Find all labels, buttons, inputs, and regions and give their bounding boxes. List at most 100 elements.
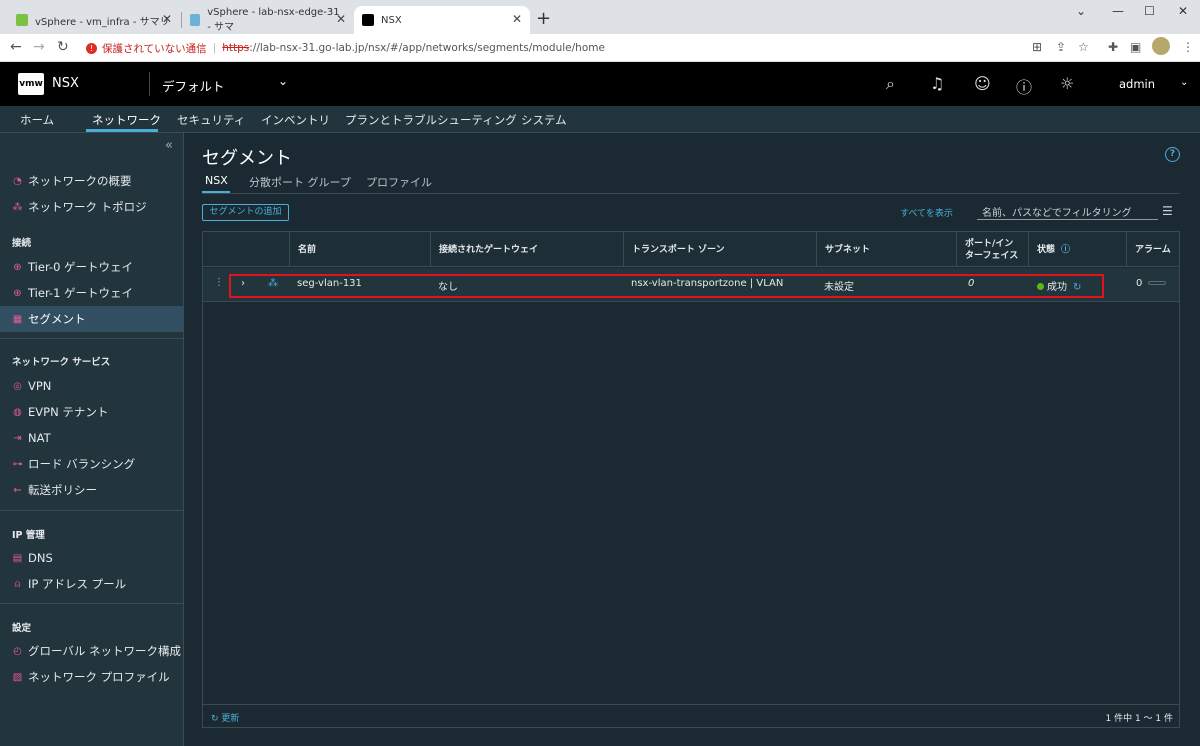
sidebar-item-tier0[interactable]: ⊕ Tier-0 ゲートウェイ	[0, 254, 184, 280]
insecure-label: 保護されていない通信	[102, 42, 207, 55]
extensions-icon[interactable]: ✚	[1108, 40, 1118, 54]
dashboard-icon: ◔	[13, 175, 22, 187]
sidebar-item-evpn[interactable]: ◍ EVPN テナント	[0, 399, 184, 425]
sidebar: « ◔ ネットワークの概要 ⁂ ネットワーク トポロジ 接続 ⊕ Tier-0 ゲート…	[0, 133, 184, 746]
chrome-menu-icon[interactable]: ⋮	[1182, 40, 1194, 54]
main-content: セグメント ? NSX 分散ポート グループ プロファイル セグメントの追加 す…	[185, 133, 1200, 746]
sidebar-item-network-topology[interactable]: ⁂ ネットワーク トポロジ	[0, 194, 184, 220]
col-ports[interactable]: ポート/イン ターフェイス	[956, 232, 1028, 267]
sidebar-item-nat[interactable]: ⇥ NAT	[0, 425, 184, 451]
sidebar-item-network-overview[interactable]: ◔ ネットワークの概要	[0, 168, 184, 194]
share-icon[interactable]: ⇪	[1056, 40, 1066, 54]
table-footer: ↻ 更新 1 件中 1 ～ 1 件	[203, 704, 1179, 728]
col-name[interactable]: 名前	[289, 232, 430, 267]
close-tab-icon[interactable]: ✕	[512, 12, 522, 26]
sidebar-item-ip-pool[interactable]: ⍝ IP アドレス プール	[0, 571, 184, 597]
help-circle-icon[interactable]: ?	[1165, 147, 1180, 162]
sidebar-item-segments[interactable]: ▦ セグメント	[0, 306, 184, 332]
alarm-bar	[1148, 281, 1167, 285]
col-transport-zone[interactable]: トランスポート ゾーン	[623, 232, 816, 267]
page-title: セグメント	[202, 148, 292, 169]
tab-nsx[interactable]: NSX	[205, 174, 228, 187]
reload-icon[interactable]: ↻	[57, 39, 69, 55]
add-segment-button[interactable]: セグメントの追加	[202, 204, 289, 221]
show-all-link[interactable]: すべてを表示	[900, 206, 953, 219]
browser-profile-avatar[interactable]	[1152, 37, 1170, 55]
collapse-sidebar-icon[interactable]: «	[165, 138, 173, 153]
nav-inventory[interactable]: インベントリ	[261, 112, 330, 128]
minimize-icon[interactable]: —	[1112, 4, 1124, 18]
browser-tab-vm-infra[interactable]: vSphere - vm_infra - サマリ ✕	[8, 6, 180, 34]
table-header: 名前 接続されたゲートウェイ トランスポート ゾーン サブネット ポート/インタ…	[203, 232, 1179, 267]
sidebar-item-dns[interactable]: ▤ DNS	[0, 545, 184, 571]
refresh-link[interactable]: ↻ 更新	[211, 711, 239, 724]
translate-icon[interactable]: ⊞	[1032, 40, 1042, 54]
back-icon[interactable]: ←	[10, 39, 22, 55]
gateway-icon: ⊕	[13, 261, 22, 273]
help-icon[interactable]: ⓘ	[1016, 74, 1032, 98]
product-name: NSX	[52, 76, 79, 91]
browser-tabbar: vSphere - vm_infra - サマリ ✕ vSphere - lab…	[0, 0, 1200, 34]
profile-icon: ▨	[12, 671, 23, 683]
forwarding-icon: ⇜	[13, 484, 22, 496]
segment-icon: ▦	[12, 313, 23, 325]
browser-tab-title: vSphere - lab-nsx-edge-31 - サマ	[207, 7, 340, 33]
sidebar-item-tier1[interactable]: ⊕ Tier-1 ゲートウェイ	[0, 280, 184, 306]
sidebar-item-network-profiles[interactable]: ▨ ネットワーク プロファイル	[0, 664, 184, 690]
search-icon[interactable]: ⌕	[886, 74, 895, 94]
sidebar-item-forwarding-policy[interactable]: ⇜ 転送ポリシー	[0, 477, 184, 503]
gateway-icon: ⊕	[13, 287, 22, 299]
close-tab-icon[interactable]: ✕	[336, 12, 346, 26]
window-close-icon[interactable]: ✕	[1178, 4, 1188, 18]
nav-security[interactable]: セキュリティ	[177, 112, 245, 128]
sidebar-item-load-balancing[interactable]: ⊶ ロード バランシング	[0, 451, 184, 477]
sidebar-item-global-network-config[interactable]: ◴ グローバル ネットワーク構成	[0, 638, 184, 664]
chevron-down-icon[interactable]: ⌄	[1180, 77, 1188, 88]
tab-distributed-port-groups[interactable]: 分散ポート グループ	[249, 174, 351, 190]
sidepanel-icon[interactable]: ▣	[1130, 40, 1141, 54]
nav-home[interactable]: ホーム	[20, 112, 54, 128]
row-actions-icon[interactable]: ⋮	[214, 277, 224, 288]
nav-system[interactable]: システム	[521, 112, 567, 128]
sidebar-section-ip: IP 管理	[12, 530, 45, 541]
ip-pool-icon: ⍝	[14, 578, 21, 590]
sidebar-item-vpn[interactable]: ◎ VPN	[0, 373, 184, 399]
nsx-favicon-icon	[362, 14, 374, 26]
nav-networking[interactable]: ネットワーク	[92, 112, 161, 128]
col-gateway[interactable]: 接続されたゲートウェイ	[430, 232, 623, 267]
topology-icon: ⁂	[12, 201, 23, 213]
browser-tab-nsx-edge[interactable]: vSphere - lab-nsx-edge-31 - サマ ✕	[182, 6, 354, 34]
tenant-selector[interactable]: デフォルト	[162, 76, 225, 95]
tab-profiles[interactable]: プロファイル	[366, 174, 432, 190]
url-field[interactable]: ! 保護されていない通信 | https ://lab-nsx-31.go-la…	[76, 37, 1076, 59]
info-icon[interactable]: ⓘ	[1061, 244, 1070, 256]
tab-search-icon[interactable]: ⌄	[1076, 4, 1086, 18]
maximize-icon[interactable]: ☐	[1144, 4, 1155, 18]
feedback-smiley-icon[interactable]: ☺	[974, 74, 991, 93]
user-menu[interactable]: admin	[1119, 77, 1155, 91]
segments-table: 名前 接続されたゲートウェイ トランスポート ゾーン サブネット ポート/インタ…	[202, 231, 1180, 728]
col-subnet[interactable]: サブネット	[816, 232, 956, 267]
filter-menu-icon[interactable]: ☰	[1162, 204, 1173, 218]
highlight-box	[229, 274, 1104, 298]
url-scheme: https	[222, 42, 250, 54]
page-count: 1 件中 1 ～ 1 件	[1105, 714, 1173, 724]
new-tab-icon[interactable]: +	[536, 8, 551, 29]
nav-plan-troubleshoot[interactable]: プランとトラブルシューティング	[345, 112, 517, 128]
col-alarms[interactable]: アラーム	[1126, 232, 1179, 267]
chevron-down-icon[interactable]: ⌄	[278, 74, 288, 88]
theme-sun-icon[interactable]: ☼	[1060, 74, 1074, 93]
col-status[interactable]: 状態 ⓘ	[1028, 232, 1126, 267]
load-balancer-icon: ⊶	[12, 458, 23, 470]
main-navigation: ホーム ネットワーク セキュリティ インベントリ プランとトラブルシューティング…	[0, 106, 1200, 133]
close-tab-icon[interactable]: ✕	[162, 12, 172, 26]
vsphere-favicon-icon	[16, 14, 28, 26]
app-header: vmw NSX デフォルト ⌄ ⌕ ♫ ☺ ⓘ ☼ admin ⌄	[0, 62, 1200, 106]
vpn-icon: ◎	[13, 380, 22, 392]
vmware-logo: vmw	[18, 73, 44, 95]
bookmark-star-icon[interactable]: ☆	[1078, 40, 1089, 54]
bell-icon[interactable]: ♫	[930, 74, 944, 93]
filter-input[interactable]: 名前、パスなどでフィルタリング	[977, 202, 1158, 220]
browser-tab-nsx[interactable]: NSX ✕	[354, 6, 530, 34]
forward-icon[interactable]: →	[33, 39, 45, 55]
